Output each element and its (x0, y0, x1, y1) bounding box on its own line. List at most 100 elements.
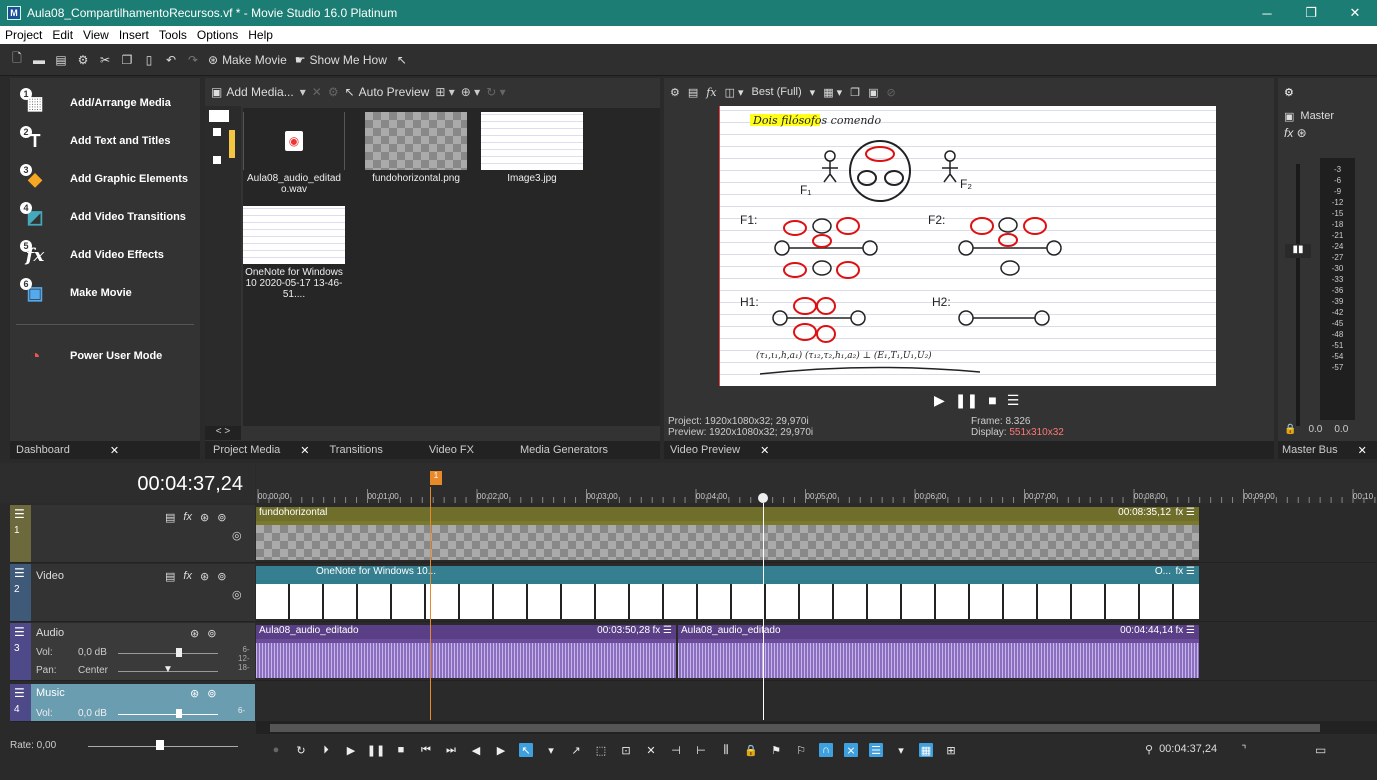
master-fader-handle[interactable]: ▮▮ (1285, 244, 1311, 258)
normal-edit-tool-icon[interactable]: ↖ (519, 743, 533, 757)
undo-icon[interactable]: ↶ (164, 53, 178, 67)
clip-audio-2-fx-icon[interactable]: fx ☰ (1175, 625, 1195, 636)
preview-pause-icon[interactable]: ❚❚ (955, 392, 978, 409)
close-button[interactable]: ✕ (1333, 0, 1377, 26)
menu-help[interactable]: Help (243, 28, 278, 42)
menu-insert[interactable]: Insert (114, 28, 154, 42)
go-to-end-icon[interactable]: ⏭ (444, 743, 458, 757)
track1-mute-icon[interactable]: ⊛ (200, 511, 209, 524)
tab-master-bus[interactable]: Master Bus (1278, 444, 1348, 456)
master-settings-icon[interactable]: ⚙ (1284, 86, 1294, 99)
copy-icon[interactable]: ❐ (120, 53, 134, 67)
preview-settings-icon[interactable]: ⚙ (670, 86, 680, 99)
track2-fx-icon[interactable]: fx (183, 570, 192, 583)
track4-mute-icon[interactable]: ⊛ (190, 687, 199, 700)
media-bins-tree[interactable]: < > (205, 106, 241, 440)
dashboard-power-user[interactable]: ◔ Power User Mode (10, 337, 200, 375)
add-media-button[interactable]: ▣ Add Media... (211, 85, 294, 99)
ignore-grouping-icon[interactable]: ⊞ (944, 743, 958, 757)
dashboard-add-graphics[interactable]: 3 ◆ Add Graphic Elements (10, 160, 200, 198)
redo-icon[interactable]: ↷ (186, 53, 200, 67)
media-file-image3[interactable]: Image3.jpg (481, 112, 583, 184)
zoom-tool-icon[interactable]: ⊡ (619, 743, 633, 757)
menu-edit[interactable]: Edit (47, 28, 78, 42)
delete-icon[interactable]: ✕ (644, 743, 658, 757)
project-media-tab-close-icon[interactable]: ✕ (290, 444, 319, 457)
track2-solo-icon[interactable]: ⊚ (217, 570, 226, 583)
master-lock-icon[interactable]: 🔒 (1284, 424, 1296, 435)
clip-onenote-fx-icon[interactable]: fx ☰ (1175, 566, 1195, 577)
insert-region-icon[interactable]: ⚐ (794, 743, 808, 757)
menu-view[interactable]: View (78, 28, 114, 42)
master-bus-tab-close-icon[interactable]: ✕ (1348, 444, 1377, 457)
menu-options[interactable]: Options (192, 28, 243, 42)
marker-flag[interactable]: 1 (430, 471, 442, 485)
tree-scroll-buttons[interactable]: < > (205, 426, 241, 440)
track2-motion-icon[interactable]: ▤ (165, 570, 175, 583)
make-movie-button[interactable]: ⊛ Make Movie (208, 53, 287, 67)
envelope-tool-icon[interactable]: ↗ (569, 743, 583, 757)
track1-automation-icon[interactable]: ◎ (232, 529, 242, 542)
media-file-background[interactable]: fundohorizontal.png (365, 112, 467, 184)
tab-video-preview[interactable]: Video Preview (664, 444, 750, 456)
external-monitor-icon[interactable]: ⊘ (886, 86, 895, 99)
snapping-icon[interactable]: ∩ (819, 743, 833, 757)
auto-preview-button[interactable]: ↖ Auto Preview (345, 85, 430, 99)
dashboard-add-effects[interactable]: 5 fx Add Video Effects (10, 236, 200, 274)
track1-solo-icon[interactable]: ⊚ (217, 511, 226, 524)
auto-crossfade-icon[interactable]: ⨯ (844, 743, 858, 757)
previous-frame-icon[interactable]: ◀ (469, 743, 483, 757)
play-icon[interactable]: ▶ (344, 743, 358, 757)
go-to-start-icon[interactable]: ⏮ (419, 743, 433, 757)
preview-fx-icon[interactable]: fx (706, 86, 716, 99)
track4-name[interactable]: Music (36, 687, 65, 699)
clip-audio-2[interactable]: Aula08_audio_editado 00:04:44,14 fx ☰ (678, 625, 1199, 678)
clip-background[interactable]: fundohorizontal 00:08:35,12 fx ☰ (256, 507, 1199, 560)
selection-tool-icon[interactable]: ⬚ (594, 743, 608, 757)
track3-mute-icon[interactable]: ⊛ (190, 627, 199, 640)
dashboard-add-media[interactable]: 1 ▦ Add/Arrange Media (10, 84, 200, 122)
play-from-start-icon[interactable]: ⏵ (319, 743, 333, 757)
preview-menu-icon[interactable]: ☰ (1007, 392, 1020, 409)
save-snapshot-icon[interactable]: ▣ (868, 86, 878, 99)
preview-stop-icon[interactable]: ■ (988, 392, 996, 409)
edit-tool-dropdown-icon[interactable]: ▾ (544, 743, 558, 757)
open-folder-icon[interactable]: ▬ (32, 53, 46, 67)
tab-transitions[interactable]: Transitions (319, 444, 392, 456)
show-me-how-button[interactable]: ☛ Show Me How (295, 53, 387, 67)
fullscreen-icon[interactable]: ▭ (1315, 743, 1326, 757)
loop-icon[interactable]: ↻ (294, 743, 308, 757)
track3-volume-handle[interactable] (176, 648, 182, 657)
copy-snapshot-icon[interactable]: ❐ (850, 86, 860, 99)
restore-button[interactable]: ❐ (1289, 0, 1333, 26)
media-file-audio[interactable]: ◉ Aula08_audio_editado.wav (243, 112, 345, 195)
ripple-edit-icon[interactable]: ☰ (869, 743, 883, 757)
track2-automation-icon[interactable]: ◎ (232, 588, 242, 601)
track3-solo-icon[interactable]: ⊚ (207, 627, 216, 640)
menu-project[interactable]: Project (0, 28, 47, 42)
dashboard-tab-close-icon[interactable]: ✕ (100, 444, 129, 457)
media-file-onenote[interactable]: OneNote for Windows 10 2020-05-17 13-46-… (243, 206, 345, 300)
clip-onenote[interactable]: OneNote for Windows 10... O... fx ☰ (256, 566, 1199, 619)
track1-motion-icon[interactable]: ▤ (165, 511, 175, 524)
next-frame-icon[interactable]: ▶ (494, 743, 508, 757)
dashboard-make-movie[interactable]: 6 ▣ Make Movie (10, 274, 200, 312)
preview-quality-dropdown[interactable]: Best (Full) (752, 86, 802, 98)
new-file-icon[interactable]: 🗋 (10, 51, 24, 67)
tab-video-fx[interactable]: Video FX (393, 444, 484, 456)
track-header-4[interactable]: ☰ 4 Music ⊛ ⊚ Vol: 0,0 dB 6- (10, 684, 255, 722)
dashboard-add-text[interactable]: 2 T Add Text and Titles (10, 122, 200, 160)
media-settings-icon[interactable]: ⚙ (328, 85, 339, 99)
insert-marker-icon[interactable]: ⚑ (769, 743, 783, 757)
overlays-grid-icon[interactable]: ▦ ▾ (823, 86, 842, 99)
ripple-dropdown-icon[interactable]: ▾ (894, 743, 908, 757)
remove-media-icon[interactable]: ✕ (312, 85, 322, 99)
lock-envelopes-icon[interactable]: ▦ (919, 743, 933, 757)
timeline-ruler[interactable]: 00:00:00 00:01:00 00:02:00 00:03:00 00:04:00… (256, 463, 1377, 503)
preview-properties-icon[interactable]: ▤ (688, 86, 698, 99)
track4-solo-icon[interactable]: ⊚ (207, 687, 216, 700)
save-icon[interactable]: ▤ (54, 53, 68, 67)
split-screen-icon[interactable]: ◫ ▾ (725, 86, 744, 99)
settings-gear-icon[interactable]: ⚙ (76, 53, 90, 67)
minimize-button[interactable]: ─ (1245, 0, 1289, 26)
